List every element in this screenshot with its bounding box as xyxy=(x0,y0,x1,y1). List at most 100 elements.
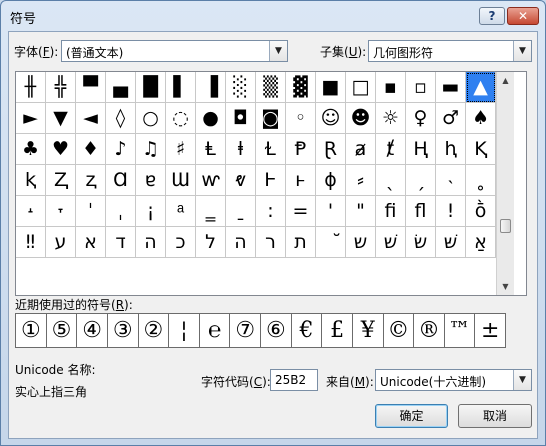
symbol-cell[interactable]: ﬁ xyxy=(376,196,406,227)
symbol-cell[interactable]: ⱶ xyxy=(286,165,316,196)
symbol-cell[interactable]: ˴ xyxy=(436,165,466,196)
symbol-cell[interactable]: ' xyxy=(316,196,346,227)
recent-symbol-cell[interactable]: ± xyxy=(474,313,506,348)
chevron-down-icon[interactable]: ▼ xyxy=(269,41,287,61)
symbol-cell[interactable]: ▒ xyxy=(256,72,286,103)
symbol-cell[interactable]: ⱥ xyxy=(346,134,376,165)
chevron-down-icon[interactable]: ▼ xyxy=(513,370,531,390)
grid-scrollbar[interactable]: ▲ ▼ xyxy=(496,72,514,295)
symbol-cell[interactable]: Ɑ xyxy=(106,165,136,196)
recent-symbol-cell[interactable]: ℮ xyxy=(198,313,231,348)
symbol-cell[interactable]: ⱡ xyxy=(226,134,256,165)
symbol-cell[interactable]: ˳ xyxy=(466,165,496,196)
symbol-cell[interactable]: ˕ xyxy=(46,196,76,227)
symbol-cell[interactable]: ⱨ xyxy=(436,134,466,165)
symbol-cell[interactable]: Ⱨ xyxy=(406,134,436,165)
symbol-cell[interactable]: אַ xyxy=(466,227,496,258)
symbol-cell[interactable]: ͣ xyxy=(166,196,196,227)
symbol-cell[interactable]: ⱳ xyxy=(196,165,226,196)
cancel-button[interactable]: 取消 xyxy=(458,404,532,428)
close-button[interactable]: ✕ xyxy=(507,7,539,25)
symbol-cell[interactable]: ˍ xyxy=(226,196,256,227)
symbol-cell[interactable]: ▓ xyxy=(286,72,316,103)
symbol-cell[interactable]: ♠ xyxy=(466,103,496,134)
symbol-cell[interactable]: ɸ xyxy=(316,165,346,196)
symbol-cell[interactable]: Ɫ xyxy=(256,134,286,165)
symbol-cell[interactable]: Ⱬ xyxy=(46,165,76,196)
symbol-cell[interactable]: ד xyxy=(106,227,136,258)
recent-symbol-cell[interactable]: ② xyxy=(137,313,170,348)
symbol-cell[interactable]: ɐ xyxy=(136,165,166,196)
recent-symbol-cell[interactable]: £ xyxy=(321,313,353,348)
scroll-down-icon[interactable]: ▼ xyxy=(497,278,514,295)
help-button[interactable]: ? xyxy=(479,7,505,25)
symbol-cell[interactable]: ▲ xyxy=(466,72,496,103)
recent-symbol-cell[interactable]: ① xyxy=(15,313,47,348)
symbol-cell[interactable]: ⱬ xyxy=(76,165,106,196)
symbol-cell[interactable]: ☺ xyxy=(316,103,346,134)
symbol-cell[interactable]: ☻ xyxy=(346,103,376,134)
symbol-cell[interactable]: שׁ xyxy=(376,227,406,258)
symbol-cell[interactable]: ˈ xyxy=(76,196,106,227)
symbol-cell[interactable]: ע xyxy=(46,227,76,258)
symbol-cell[interactable]: ♥ xyxy=(46,134,76,165)
symbol-cell[interactable]: ˌ xyxy=(106,196,136,227)
symbol-cell[interactable]: ■ xyxy=(316,72,346,103)
symbol-cell[interactable]: ▌ xyxy=(166,72,196,103)
symbol-cell[interactable]: : xyxy=(256,196,286,227)
symbol-cell[interactable]: ¡ xyxy=(136,196,166,227)
symbol-cell[interactable]: □ xyxy=(346,72,376,103)
symbol-cell[interactable]: ♂ xyxy=(436,103,466,134)
symbol-cell[interactable]: ש xyxy=(346,227,376,258)
symbol-cell[interactable]: ░ xyxy=(226,72,256,103)
subset-select[interactable]: 几何图形符 ▼ xyxy=(368,40,532,62)
symbol-cell[interactable]: ☼ xyxy=(376,103,406,134)
symbol-cell[interactable]: ◄ xyxy=(76,103,106,134)
symbol-cell[interactable]: ▄ xyxy=(106,72,136,103)
recent-symbol-cell[interactable]: € xyxy=(290,313,323,348)
symbol-cell[interactable]: Ⱡ xyxy=(196,134,226,165)
symbol-cell[interactable]: ‼ xyxy=(16,227,46,258)
symbol-cell[interactable]: ⱦ xyxy=(376,134,406,165)
symbol-cell[interactable]: שּׁ xyxy=(436,227,466,258)
symbol-cell[interactable]: ▐ xyxy=(196,72,226,103)
symbol-cell[interactable]: ♦ xyxy=(76,134,106,165)
symbol-cell[interactable]: ה xyxy=(226,227,256,258)
symbol-cell[interactable]: ⸗ xyxy=(346,165,376,196)
recent-symbol-cell[interactable]: © xyxy=(382,313,415,348)
symbol-cell[interactable]: Ᵽ xyxy=(286,134,316,165)
recent-symbol-cell[interactable]: ④ xyxy=(76,313,108,348)
symbol-cell[interactable]: Ⱪ xyxy=(466,134,496,165)
scrollbar-thumb[interactable] xyxy=(500,219,511,233)
symbol-cell[interactable]: ╫ xyxy=(16,72,46,103)
recent-symbol-cell[interactable]: ¦ xyxy=(168,313,200,348)
symbol-cell[interactable]: Ɯ xyxy=(166,165,196,196)
symbol-cell[interactable]: א xyxy=(76,227,106,258)
recent-symbol-cell[interactable]: ⑥ xyxy=(260,313,292,348)
symbol-cell[interactable]: ♪ xyxy=(106,134,136,165)
char-code-input[interactable]: 25B2 xyxy=(270,369,318,391)
symbol-cell[interactable]: ○ xyxy=(136,103,166,134)
symbol-cell[interactable]: ⱪ xyxy=(16,165,46,196)
symbol-cell[interactable]: ● xyxy=(196,103,226,134)
symbol-cell[interactable]: כ xyxy=(166,227,196,258)
recent-symbol-cell[interactable]: ⑤ xyxy=(45,313,78,348)
symbol-cell[interactable]: Ɽ xyxy=(316,134,346,165)
symbol-cell[interactable]: ◌ xyxy=(166,103,196,134)
symbol-cell[interactable]: ˏ xyxy=(406,165,436,196)
symbol-cell[interactable]: ˔ xyxy=(16,196,46,227)
symbol-cell[interactable]: ♯ xyxy=(166,134,196,165)
ok-button[interactable]: 确定 xyxy=(375,404,448,428)
symbol-cell[interactable]: ◦ xyxy=(286,103,316,134)
symbol-cell[interactable]: ⱴ xyxy=(226,165,256,196)
recent-symbol-cell[interactable]: ® xyxy=(413,313,445,348)
symbol-cell[interactable]: = xyxy=(286,196,316,227)
symbol-cell[interactable]: ṑ xyxy=(466,196,496,227)
symbol-cell[interactable]: ♀ xyxy=(406,103,436,134)
symbol-cell[interactable]: ! xyxy=(436,196,466,227)
symbol-cell[interactable]: ╬ xyxy=(46,72,76,103)
symbol-cell[interactable]: " xyxy=(346,196,376,227)
symbol-cell[interactable]: ♣ xyxy=(16,134,46,165)
symbol-cell[interactable]: ◘ xyxy=(226,103,256,134)
symbol-cell[interactable]: ▬ xyxy=(436,72,466,103)
